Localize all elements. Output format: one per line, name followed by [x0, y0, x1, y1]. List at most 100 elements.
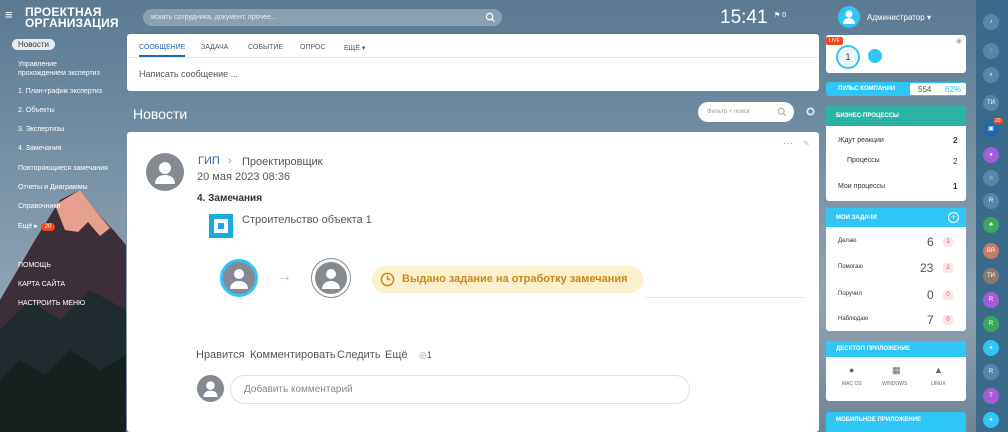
sidebar-item-management-line2[interactable]: прохождением экспертиз: [18, 69, 100, 78]
sidebar-item-reports[interactable]: Отчеты и Диаграммы: [18, 183, 88, 192]
notification-counter[interactable]: ⚑ 0: [774, 11, 786, 19]
tasks-helping-value: 23: [920, 261, 934, 275]
avatar[interactable]: [838, 6, 860, 28]
more-button[interactable]: Ещё: [385, 349, 408, 361]
more-badge: 20: [40, 223, 56, 231]
tab-task[interactable]: ЗАДАЧА: [201, 44, 228, 51]
bp-mine[interactable]: Мои процессы: [838, 183, 885, 190]
post-text: 4. Замечания: [197, 193, 263, 204]
task-status[interactable]: Выдано задание на отработку замечания: [372, 266, 643, 293]
filter-placeholder: Фильтр + поиск: [707, 109, 750, 115]
more-icon[interactable]: ···: [783, 138, 793, 149]
filter-input[interactable]: Фильтр + поиск: [698, 102, 794, 122]
os-windows[interactable]: WINDOWS: [882, 381, 907, 387]
tab-poll[interactable]: ОПРОС: [300, 44, 326, 51]
contact-r1[interactable]: R: [983, 193, 999, 209]
live-widget[interactable]: LIVE 1 ◉: [826, 35, 966, 73]
user-add-icon[interactable]: ●: [983, 340, 999, 356]
group-icon[interactable]: ♣: [983, 217, 999, 233]
tab-message[interactable]: СООБЩЕНИЕ: [139, 44, 186, 57]
contact-r[interactable]: ⌂: [983, 170, 999, 186]
search-icon[interactable]: ⌕: [983, 67, 999, 83]
sidebar-item-repeated[interactable]: Повторяющиеся замечания: [18, 164, 108, 173]
sidebar-item-references[interactable]: Справочники: [18, 202, 60, 211]
current-user-avatar: [197, 375, 224, 402]
comment-button[interactable]: Комментировать: [250, 349, 336, 361]
message-input[interactable]: Написать сообщение ...: [139, 69, 238, 79]
divider: [645, 297, 805, 298]
search-input[interactable]: искать сотрудника, документ, прочее...: [143, 9, 502, 26]
settings-icon[interactable]: ◌: [983, 43, 999, 59]
user-icon: [322, 269, 340, 289]
post-date: 20 мая 2023 08:36: [197, 171, 291, 183]
add-task-icon[interactable]: +: [948, 212, 959, 223]
contact-t[interactable]: Т: [983, 388, 999, 404]
contact-ti[interactable]: ТИ: [983, 95, 999, 111]
post-recipient[interactable]: Проектировщик: [242, 156, 322, 168]
sender-avatar[interactable]: [220, 259, 258, 297]
receiver-avatar[interactable]: [312, 259, 350, 297]
author-avatar[interactable]: [146, 153, 184, 191]
sidebar-item-schedule[interactable]: 1. План-график экспертиз: [18, 87, 102, 96]
sidebar-item-more[interactable]: Ещё ▸ 20: [18, 222, 56, 231]
pulse-value: 554: [918, 85, 932, 94]
tasks-watching-value: 7: [927, 313, 934, 327]
pulse-percent: 62%: [945, 85, 962, 94]
sidebar-configure-menu[interactable]: НАСТРОИТЬ МЕНЮ: [18, 299, 85, 308]
pulse-widget[interactable]: ПУЛЬС КОМПАНИИ 554 62%: [826, 82, 966, 96]
search-icon[interactable]: [485, 12, 496, 23]
bp-title: БИЗНЕС-ПРОЦЕССЫ: [826, 106, 966, 126]
gear-icon[interactable]: [806, 107, 815, 116]
like-button[interactable]: Нравится: [196, 349, 245, 361]
bp-processes[interactable]: Процессы: [847, 157, 880, 164]
tasks-watching[interactable]: Наблюдаю: [838, 316, 868, 322]
clock-icon: [380, 272, 395, 287]
user-icon: [155, 162, 175, 184]
menu-icon[interactable]: ≡: [5, 8, 16, 21]
search-icon[interactable]: [777, 107, 787, 117]
tasks-helping[interactable]: Помогаю: [838, 264, 863, 270]
user-icon: [868, 49, 882, 63]
contact-r2[interactable]: R: [983, 292, 999, 308]
windows-icon[interactable]: ▦: [892, 365, 901, 376]
tasks-helping-badge: 2: [943, 263, 953, 273]
bp-awaiting[interactable]: Ждут реакции: [838, 137, 884, 144]
logo[interactable]: ПРОЕКТНАЯ ОРГАНИЗАЦИЯ: [25, 6, 119, 29]
project-link[interactable]: Строительство объекта 1: [242, 214, 372, 226]
sidebar-item-news[interactable]: Новости: [12, 39, 55, 50]
user-menu[interactable]: Администратор ▾: [867, 13, 931, 22]
tasks-doing[interactable]: Делаю: [838, 238, 857, 244]
pin-icon[interactable]: ✎: [803, 139, 810, 148]
sidebar-item-management[interactable]: Управление: [18, 60, 57, 69]
tab-event[interactable]: СОБЫТИЕ: [248, 44, 283, 51]
composer: СООБЩЕНИЕ ЗАДАЧА СОБЫТИЕ ОПРОС ЕЩЁ ▾ Нап…: [127, 34, 819, 91]
user-add-icon[interactable]: ●: [983, 412, 999, 428]
project-icon: [209, 214, 233, 238]
user-icon[interactable]: ●: [983, 147, 999, 163]
linux-icon[interactable]: ▲: [934, 365, 943, 375]
comment-input[interactable]: Добавить комментарий: [230, 375, 690, 404]
live-badge: LIVE: [826, 37, 843, 45]
apple-icon[interactable]: ●: [849, 365, 854, 375]
contact-r4[interactable]: R: [983, 364, 999, 380]
os-linux[interactable]: LINUX: [931, 381, 946, 387]
tasks-assigned[interactable]: Поручил: [838, 291, 862, 297]
tasks-doing-value: 6: [927, 235, 934, 249]
follow-button[interactable]: Следить: [337, 349, 381, 361]
mobile-title: МОБИЛЬНОЕ ПРИЛОЖЕНИЕ: [826, 412, 966, 432]
eye-icon[interactable]: ◉: [956, 37, 962, 45]
tasks-watching-badge: 0: [943, 315, 953, 325]
contact-br[interactable]: BR: [983, 243, 999, 259]
sidebar-item-objects[interactable]: 2. Объекты: [18, 106, 55, 115]
sidebar-item-remarks[interactable]: 4. Замечания: [18, 144, 61, 153]
search-placeholder: искать сотрудника, документ, прочее...: [151, 14, 277, 21]
contact-ti2[interactable]: ТИ: [983, 268, 999, 284]
sidebar-help[interactable]: ПОМОЩЬ: [18, 261, 51, 270]
bell-icon[interactable]: ♪: [983, 14, 999, 30]
sidebar-sitemap[interactable]: КАРТА САЙТА: [18, 280, 65, 289]
tab-more[interactable]: ЕЩЁ ▾: [344, 44, 365, 52]
sidebar-item-expertises[interactable]: 3. Экспертизы: [18, 125, 64, 134]
contact-r3[interactable]: R: [983, 316, 999, 332]
post-author[interactable]: ГИП: [198, 155, 220, 167]
os-mac[interactable]: MAC OS: [842, 381, 862, 387]
